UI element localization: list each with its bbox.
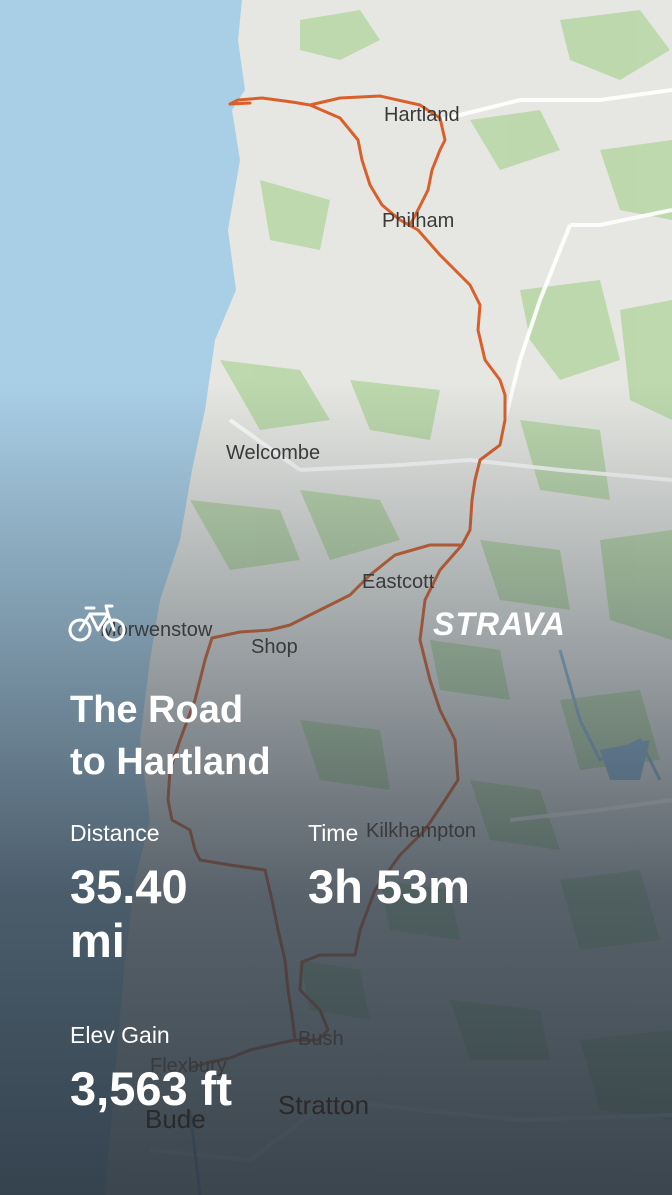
map-label-bush: Bush — [298, 1028, 344, 1050]
map-label-kilkhampton: Kilkhampton — [366, 820, 477, 842]
map-label-eastcott: Eastcott — [362, 571, 435, 593]
time-label: Time — [308, 820, 359, 846]
elevation-gain-value: 3,563 ft — [70, 1062, 232, 1115]
dark-gradient-overlay — [0, 0, 672, 1195]
map-label-welcombe: Welcombe — [226, 442, 321, 464]
map-label-hartland: Hartland — [384, 104, 460, 126]
map-label-philham: Philham — [382, 210, 455, 232]
activity-title-line-2: to Hartland — [70, 741, 271, 783]
distance-number: 35.40 — [70, 860, 188, 913]
distance-label: Distance — [70, 820, 160, 846]
distance-value: 35.40 mi — [70, 860, 188, 968]
distance-unit: mi — [70, 914, 125, 967]
strava-logo: STRAVA — [433, 606, 566, 642]
time-value: 3h 53m — [308, 860, 470, 913]
map-label-shop: Shop — [251, 636, 298, 658]
map-label-stratton: Stratton — [278, 1090, 370, 1120]
activity-title-line-1: The Road — [70, 689, 244, 731]
activity-title: The Road to Hartland — [70, 684, 390, 788]
elevation-gain-label: Elev Gain — [70, 1022, 170, 1048]
bicycle-icon — [68, 604, 126, 642]
activity-share-card: Hartland Philham Welcombe Eastcott Morwe… — [0, 0, 672, 1195]
